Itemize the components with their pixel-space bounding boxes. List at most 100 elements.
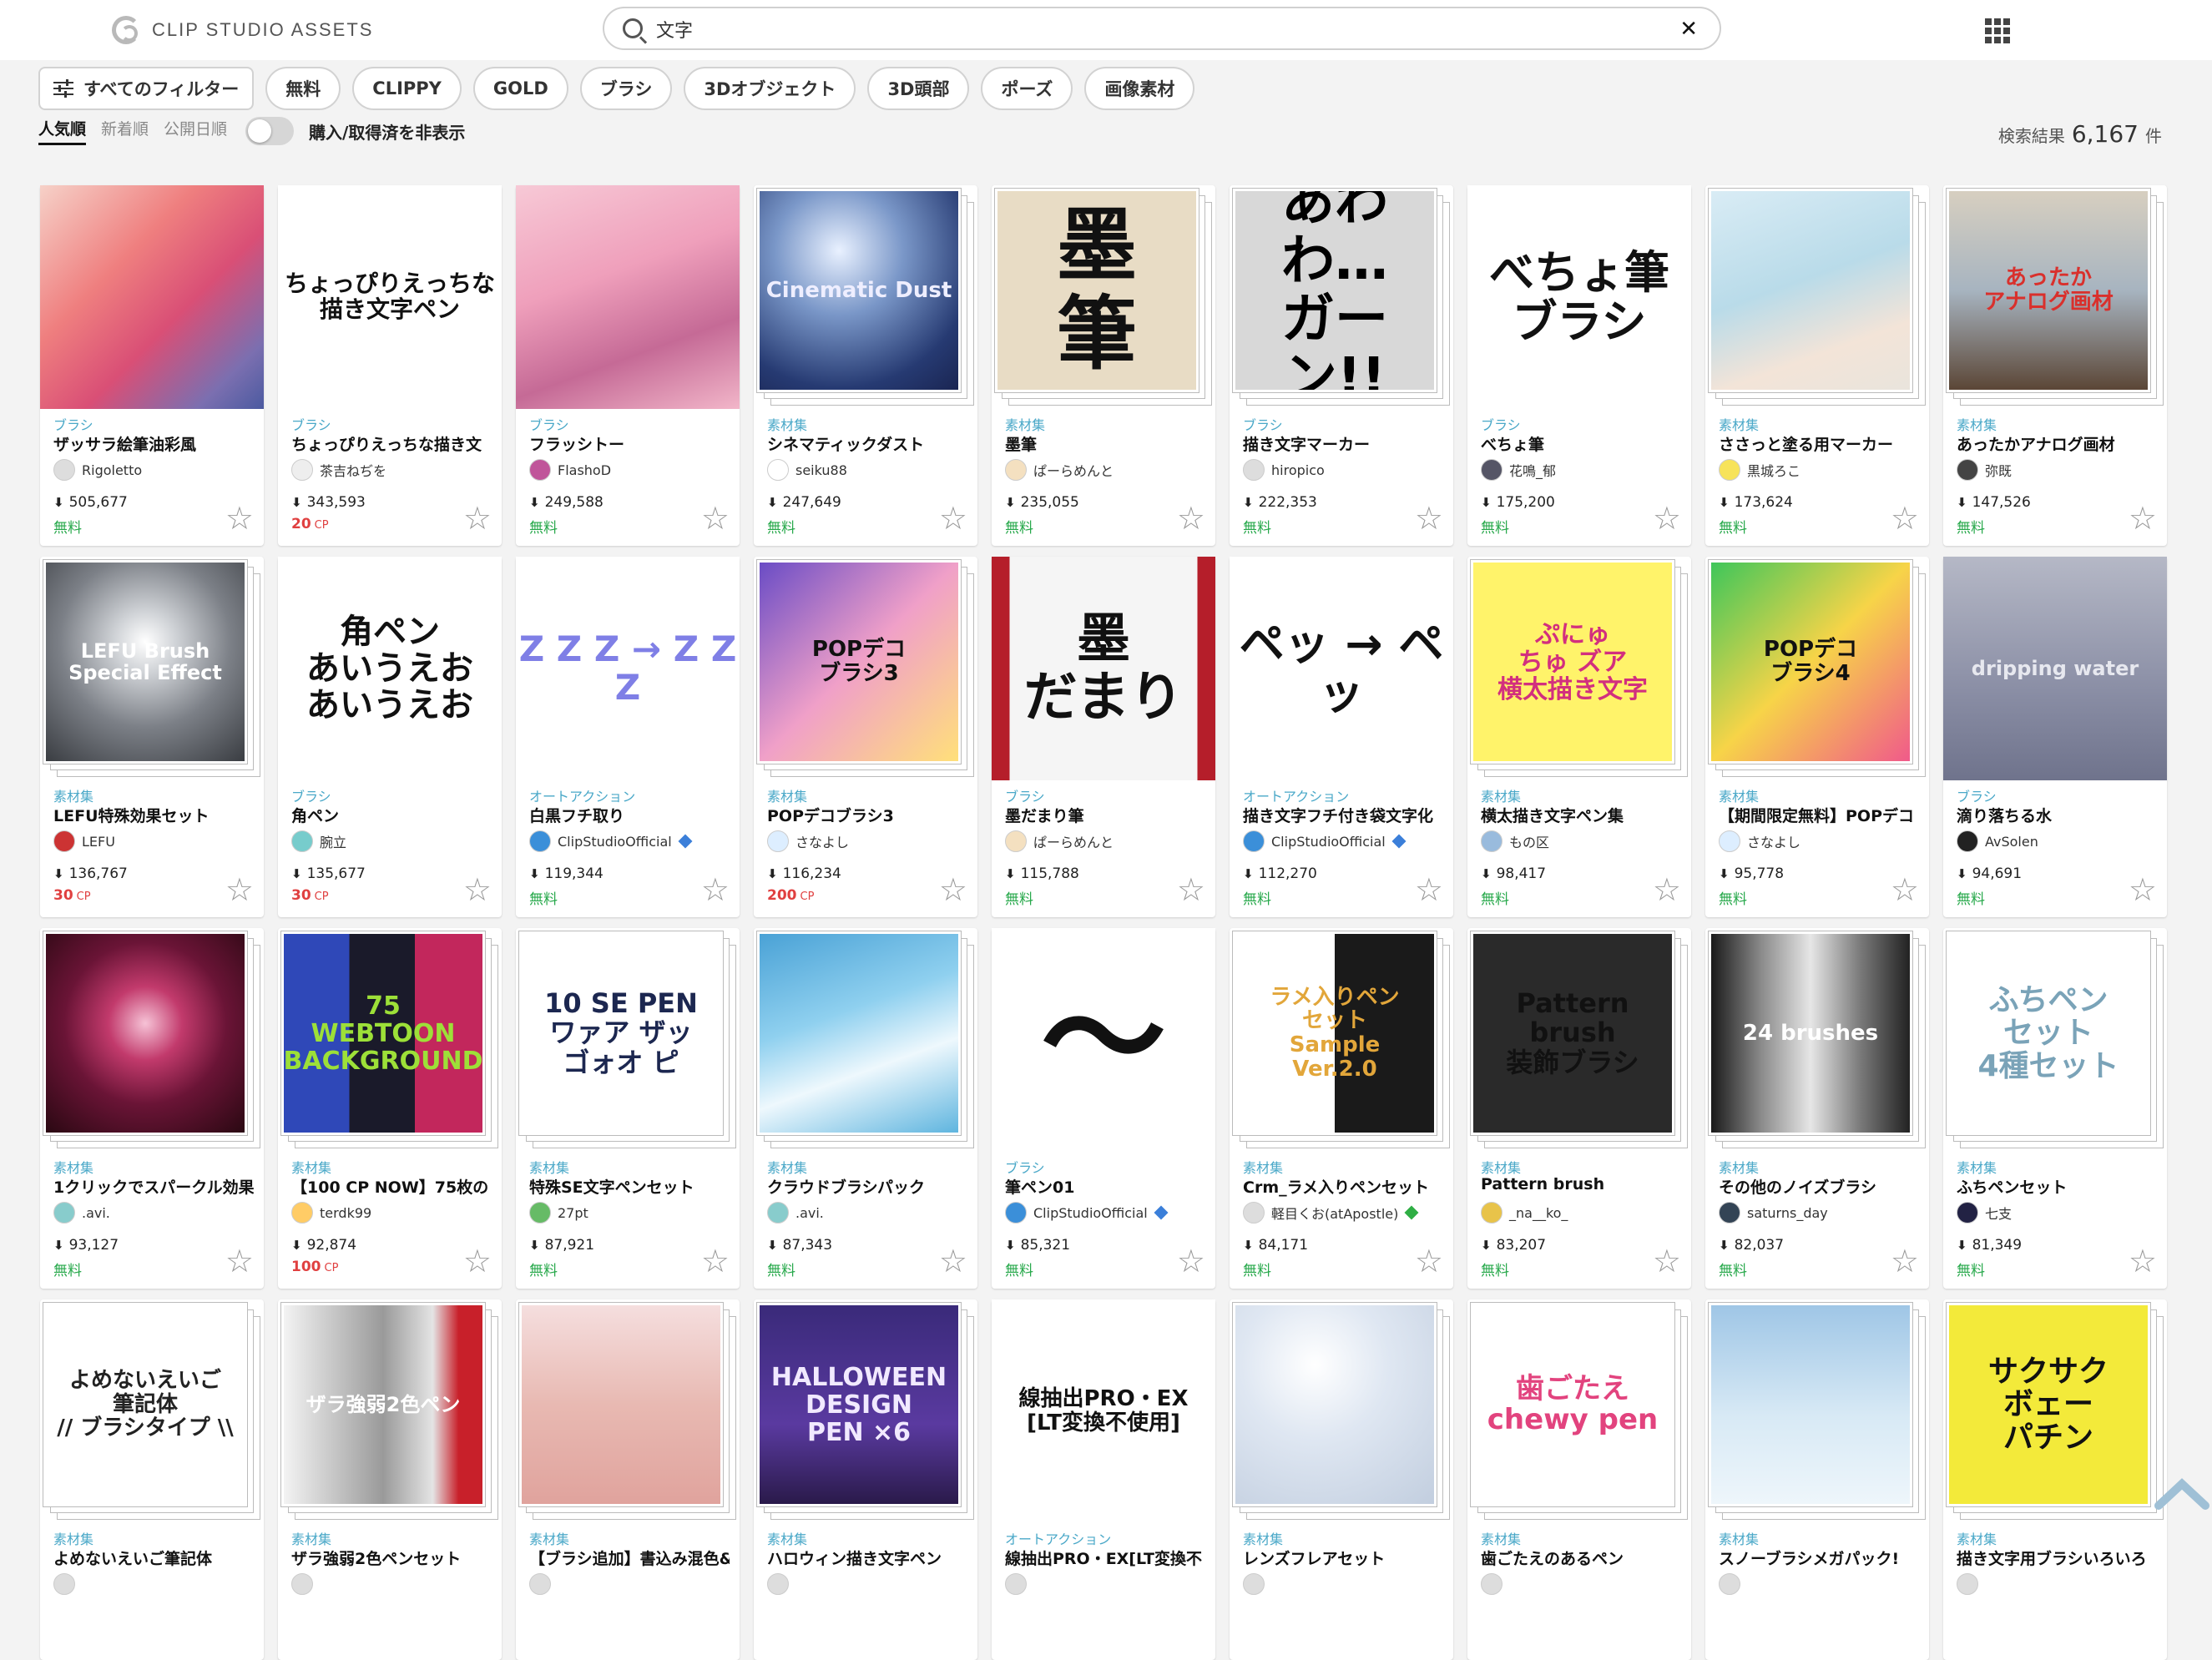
thumbnail[interactable]: あわわ… ガーン!! [1230, 185, 1453, 409]
thumbnail[interactable] [40, 928, 264, 1152]
asset-category[interactable]: 素材集 [1719, 1528, 1759, 1548]
favorite-star-icon[interactable]: ☆ [701, 874, 730, 906]
asset-title[interactable]: あったかアナログ画材 [1957, 432, 2157, 455]
asset-card[interactable]: POPデコ ブラシ3 素材集 POPデコブラシ3 さなよし ⬇ 116,234 200 CP ☆ [754, 557, 977, 917]
thumbnail[interactable] [1230, 1299, 1453, 1523]
asset-category[interactable]: オートアクション [1005, 1528, 1111, 1548]
filter-chip[interactable]: CLIPPY [352, 67, 462, 110]
filter-chip[interactable]: 3D頭部 [867, 67, 970, 110]
asset-category[interactable]: 素材集 [1243, 1157, 1283, 1177]
asset-title[interactable]: レンズフレアセット [1243, 1546, 1443, 1569]
author[interactable]: ぱーらめんと [1005, 830, 1114, 852]
favorite-star-icon[interactable]: ☆ [1415, 874, 1443, 906]
back-to-top-icon[interactable] [2149, 1462, 2212, 1529]
asset-title[interactable]: Crm_ラメ入りペンセット [1243, 1175, 1443, 1198]
asset-title[interactable]: 墨筆 [1005, 432, 1205, 455]
author[interactable]: 茶吉ねぢを [291, 459, 386, 481]
author[interactable]: FlashoD [529, 459, 611, 481]
asset-card[interactable]: よめないえいご 筆記体 // ブラシタイプ \\ 素材集 よめないえいご筆記体 [40, 1299, 264, 1660]
author[interactable] [767, 1573, 795, 1595]
favorite-star-icon[interactable]: ☆ [463, 1245, 492, 1277]
author[interactable]: terdk99 [291, 1202, 371, 1224]
all-filters-button[interactable]: すべてのフィルター [38, 67, 255, 110]
favorite-star-icon[interactable]: ☆ [939, 874, 967, 906]
asset-title[interactable]: ふちペンセット [1957, 1175, 2157, 1198]
thumbnail[interactable] [754, 928, 977, 1152]
asset-category[interactable]: ブラシ [1005, 1157, 1045, 1177]
thumbnail[interactable]: 墨 だまり [992, 557, 1215, 780]
asset-category[interactable]: 素材集 [1719, 785, 1759, 805]
asset-category[interactable]: 素材集 [53, 785, 93, 805]
asset-card[interactable]: サクサク ボェー パチン 素材集 描き文字用ブラシいろいろ [1943, 1299, 2167, 1660]
author[interactable]: ClipStudioOfficial [1005, 1202, 1169, 1224]
asset-title[interactable]: ザラ強弱2色ペンセット [291, 1546, 492, 1569]
asset-card[interactable]: ペッ → ペッ オートアクション 描き文字フチ付き袋文字化 ClipStudioOff… [1230, 557, 1453, 917]
thumbnail[interactable]: Z Z Z → Z Z Z [516, 557, 740, 780]
thumbnail[interactable]: POPデコ ブラシ3 [754, 557, 977, 780]
author[interactable]: LEFU [53, 830, 115, 852]
asset-card[interactable]: ちょっぴりえっちな 描き文字ペン ブラシ ちょっぴりえっちな描き文 茶吉ねぢを ⬇ 343… [278, 185, 502, 546]
asset-card[interactable]: あったか アナログ画材 素材集 あったかアナログ画材 弥既 ⬇ 147,526 無料 ☆ [1943, 185, 2167, 546]
thumbnail[interactable] [1705, 185, 1929, 409]
author[interactable] [53, 1573, 82, 1595]
asset-title[interactable]: 【ブラシ追加】書込み混色& [529, 1546, 730, 1569]
author[interactable]: _na__ko_ [1481, 1202, 1568, 1224]
hide-purchased-toggle[interactable] [245, 117, 295, 145]
thumbnail[interactable] [516, 1299, 740, 1523]
author[interactable] [529, 1573, 558, 1595]
thumbnail[interactable] [40, 185, 264, 409]
favorite-star-icon[interactable]: ☆ [1177, 502, 1205, 534]
thumbnail[interactable]: 線抽出PRO・EX [LT変換不使用] [992, 1299, 1215, 1523]
filter-chip[interactable]: ブラシ [579, 67, 673, 110]
asset-card[interactable]: HALLOWEEN DESIGN PEN ×6 素材集 ハロウィン描き文字ペン [754, 1299, 977, 1660]
favorite-star-icon[interactable]: ☆ [1177, 1245, 1205, 1277]
asset-card[interactable]: 角ペン あいうえお あいうえお ブラシ 角ペン 腕立 ⬇ 135,677 30 CP ☆ [278, 557, 502, 917]
filter-chip[interactable]: 3Dオブジェクト [684, 67, 856, 110]
thumbnail[interactable]: 墨 筆 [992, 185, 1215, 409]
favorite-star-icon[interactable]: ☆ [463, 502, 492, 534]
asset-category[interactable]: 素材集 [529, 1157, 569, 1177]
asset-card[interactable]: 墨 だまり ブラシ 墨だまり筆 ぱーらめんと ⬇ 115,788 無料 ☆ [992, 557, 1215, 917]
author[interactable]: さなよし [767, 830, 849, 852]
thumbnail[interactable]: 24 brushes [1705, 928, 1929, 1152]
asset-category[interactable]: ブラシ [291, 414, 331, 434]
favorite-star-icon[interactable]: ☆ [225, 502, 254, 534]
thumbnail[interactable]: HALLOWEEN DESIGN PEN ×6 [754, 1299, 977, 1523]
asset-card[interactable]: 24 brushes 素材集 その他のノイズブラシ saturns_day ⬇ 82,03… [1705, 928, 1929, 1289]
asset-title[interactable]: 角ペン [291, 804, 492, 826]
asset-card[interactable]: 線抽出PRO・EX [LT変換不使用] オートアクション 線抽出PRO・EX[LT変… [992, 1299, 1215, 1660]
asset-title[interactable]: 線抽出PRO・EX[LT変換不 [1005, 1546, 1205, 1569]
asset-card[interactable]: 素材集 1クリックでスパークル効果 .avi. ⬇ 93,127 無料 ☆ [40, 928, 264, 1289]
asset-category[interactable]: 素材集 [1719, 1157, 1759, 1177]
thumbnail[interactable]: POPデコ ブラシ4 [1705, 557, 1929, 780]
filter-chip[interactable]: 画像素材 [1084, 67, 1195, 110]
asset-card[interactable]: 10 SE PEN ワァア ザッ ゴォオ ピ素材集 特殊SE文字ペンセット 27pt… [516, 928, 740, 1289]
sort-option[interactable]: 公開日順 [164, 117, 227, 145]
author[interactable]: ぱーらめんと [1005, 459, 1114, 481]
author[interactable] [1481, 1573, 1509, 1595]
favorite-star-icon[interactable]: ☆ [463, 874, 492, 906]
asset-title[interactable]: 筆ペン01 [1005, 1175, 1205, 1198]
author[interactable] [1957, 1573, 1985, 1595]
thumbnail[interactable]: Pattern brush 装飾ブラシ [1467, 928, 1691, 1152]
asset-card[interactable]: あわわ… ガーン!! ブラシ 描き文字マーカー hiropico ⬇ 222,353 無料 ☆ [1230, 185, 1453, 546]
favorite-star-icon[interactable]: ☆ [2129, 1245, 2157, 1277]
asset-category[interactable]: ブラシ [53, 414, 93, 434]
author[interactable]: saturns_day [1719, 1202, 1828, 1224]
thumbnail[interactable]: サクサク ボェー パチン [1943, 1299, 2167, 1523]
asset-category[interactable]: 素材集 [1957, 414, 1997, 434]
sort-option[interactable]: 人気順 [38, 117, 87, 145]
asset-category[interactable]: 素材集 [529, 1528, 569, 1548]
favorite-star-icon[interactable]: ☆ [1415, 1245, 1443, 1277]
favorite-star-icon[interactable]: ☆ [225, 874, 254, 906]
author[interactable]: AvSolen [1957, 830, 2038, 852]
asset-title[interactable]: ちょっぴりえっちな描き文 [291, 432, 492, 455]
asset-category[interactable]: 素材集 [53, 1528, 93, 1548]
asset-category[interactable]: 素材集 [1719, 414, 1759, 434]
asset-card[interactable]: 素材集 ささっと塗る用マーカー 黒城ろこ ⬇ 173,624 無料 ☆ [1705, 185, 1929, 546]
asset-title[interactable]: LEFU特殊効果セット [53, 804, 254, 826]
thumbnail[interactable]: べちょ筆 ブラシ [1467, 185, 1691, 409]
asset-card[interactable]: 歯ごたえ chewy pen 素材集 歯ごたえのあるペン [1467, 1299, 1691, 1660]
asset-category[interactable]: ブラシ [1957, 785, 1997, 805]
asset-category[interactable]: ブラシ [1481, 414, 1521, 434]
